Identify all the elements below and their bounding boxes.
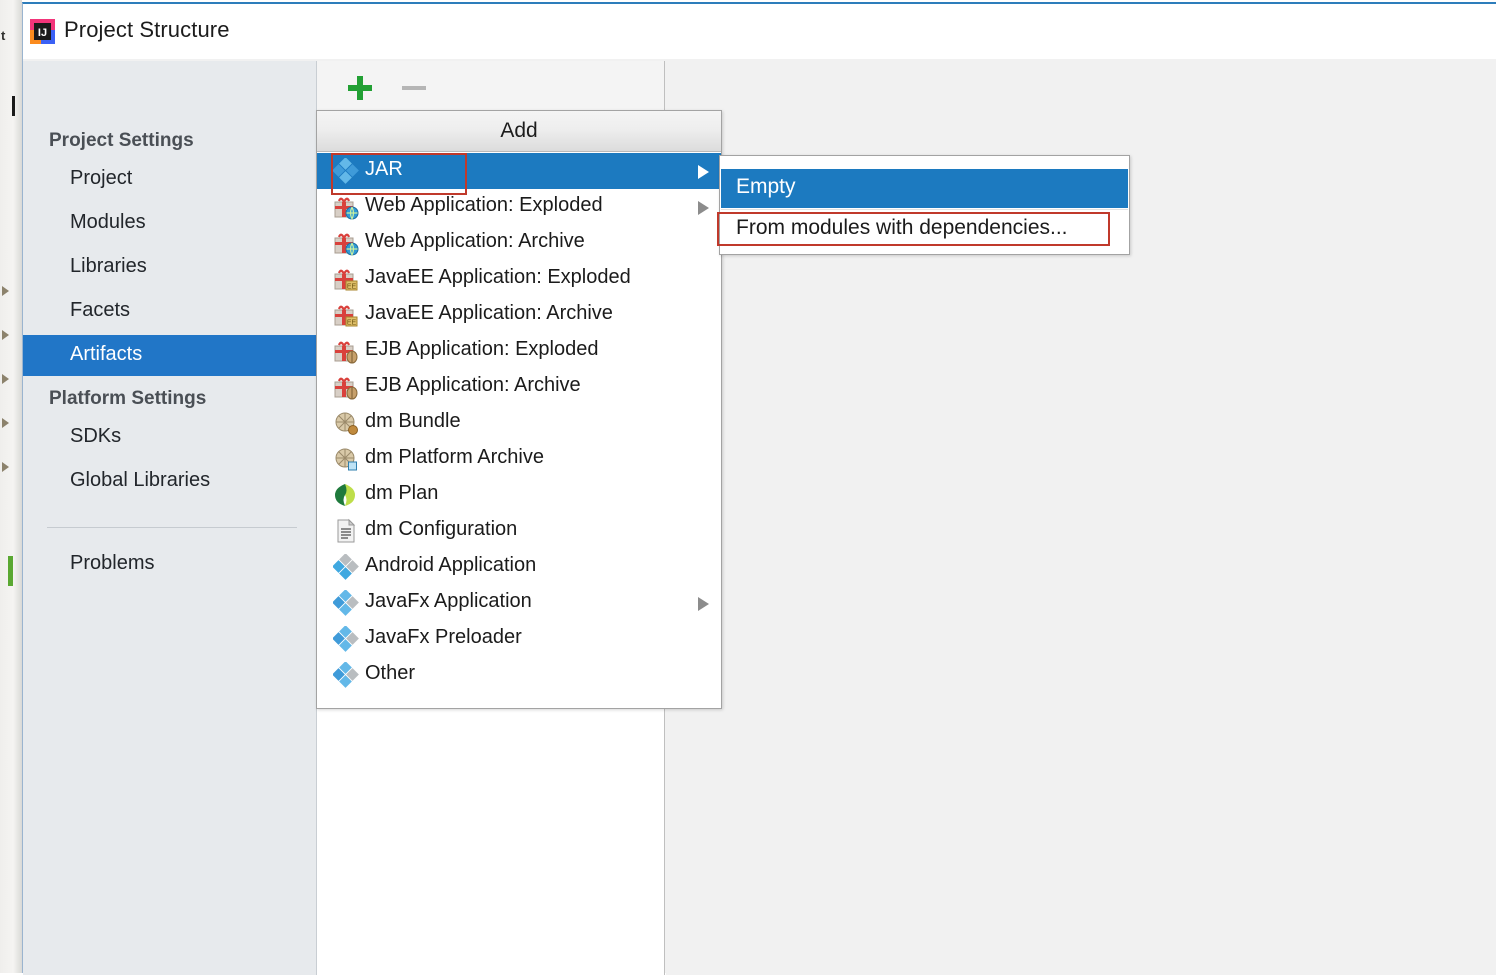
- sidebar-item-label: Facets: [70, 299, 131, 321]
- jar-diamond-icon: [333, 626, 359, 652]
- menu-item-label: Android Application: [365, 554, 537, 576]
- sidebar-item-project[interactable]: Project: [23, 159, 316, 200]
- menu-item-dm-bundle[interactable]: dm Bundle: [317, 405, 721, 441]
- menu-item-web-application-archive[interactable]: Web Application: Archive: [317, 225, 721, 261]
- background-text-fragment: t: [1, 28, 6, 43]
- background-tree-arrow: [2, 374, 9, 384]
- background-tree-arrow: [2, 330, 9, 340]
- sidebar-item-label: Artifacts: [70, 343, 143, 365]
- dialog-titlebar: IJ Project Structure: [23, 4, 1496, 59]
- menu-item-web-application-exploded[interactable]: Web Application: Exploded: [317, 189, 721, 225]
- sidebar-group-project-settings: Project Settings: [49, 130, 194, 151]
- menu-item-dm-configuration[interactable]: dm Configuration: [317, 513, 721, 549]
- menu-item-label: Web Application: Archive: [365, 230, 585, 252]
- screen: t IJ Project Structure Project Settings …: [0, 0, 1496, 975]
- dm-configuration-icon: [333, 518, 359, 544]
- menu-item-label: dm Configuration: [365, 518, 518, 540]
- menu-item-label: JAR: [365, 158, 403, 180]
- sidebar-item-sdks[interactable]: SDKs: [23, 417, 316, 458]
- settings-sidebar: Project Settings Project Modules Librari…: [23, 61, 317, 975]
- menu-item-ejb-application-exploded[interactable]: EJB Application: Exploded: [317, 333, 721, 369]
- menu-item-label: JavaEE Application: Exploded: [365, 266, 631, 288]
- sidebar-item-label: Problems: [70, 552, 155, 574]
- submenu-arrow-icon: [698, 597, 709, 611]
- menu-item-jar[interactable]: JAR: [317, 153, 721, 189]
- submenu-item-from-modules-with-dependencies[interactable]: From modules with dependencies...: [721, 210, 1128, 249]
- menu-item-android-application[interactable]: Android Application: [317, 549, 721, 585]
- gift-ee-icon: EE: [333, 266, 359, 292]
- sidebar-item-facets[interactable]: Facets: [23, 291, 316, 332]
- sidebar-item-global-libraries[interactable]: Global Libraries: [23, 461, 316, 502]
- sidebar-item-label: Libraries: [70, 255, 147, 277]
- sidebar-item-label: Modules: [70, 211, 146, 233]
- artifacts-toolbar: [317, 61, 665, 114]
- add-menu-header: Add: [317, 111, 721, 152]
- sidebar-divider: [47, 527, 297, 528]
- menu-item-dm-plan[interactable]: dm Plan: [317, 477, 721, 513]
- sidebar-item-modules[interactable]: Modules: [23, 203, 316, 244]
- gray-diamond-icon: [333, 554, 359, 580]
- sidebar-item-artifacts[interactable]: Artifacts: [23, 335, 316, 376]
- minus-icon: [402, 86, 426, 90]
- menu-item-label: dm Plan: [365, 482, 439, 504]
- menu-item-label: JavaEE Application: Archive: [365, 302, 613, 324]
- sidebar-item-label: Project: [70, 167, 133, 189]
- menu-item-label: JavaFx Preloader: [365, 626, 522, 648]
- menu-item-label: EJB Application: Exploded: [365, 338, 599, 360]
- submenu-item-label: Empty: [736, 175, 796, 198]
- menu-item-label: Other: [365, 662, 416, 684]
- dm-platform-icon: [333, 446, 359, 472]
- dm-bundle-icon: [333, 410, 359, 436]
- menu-item-dm-platform-archive[interactable]: dm Platform Archive: [317, 441, 721, 477]
- gift-globe-icon: [333, 194, 359, 220]
- jar-diamond-icon: [333, 590, 359, 616]
- background-tree-arrow: [2, 418, 9, 428]
- menu-item-javafx-preloader[interactable]: JavaFx Preloader: [317, 621, 721, 657]
- menu-item-javafx-application[interactable]: JavaFx Application: [317, 585, 721, 621]
- background-caret: [12, 96, 15, 116]
- sidebar-item-label: SDKs: [70, 425, 122, 447]
- gift-bean-icon: [333, 374, 359, 400]
- add-menu-title: Add: [500, 119, 538, 142]
- sidebar-group-platform-settings: Platform Settings: [49, 388, 207, 409]
- menu-item-ejb-application-archive[interactable]: EJB Application: Archive: [317, 369, 721, 405]
- jar-diamond-icon: [333, 158, 359, 184]
- menu-item-javaee-application-exploded[interactable]: EE JavaEE Application: Exploded: [317, 261, 721, 297]
- menu-item-label: EJB Application: Archive: [365, 374, 581, 396]
- intellij-idea-icon: IJ: [29, 18, 56, 45]
- add-artifact-button[interactable]: [343, 71, 377, 105]
- background-editor-strip: [0, 0, 22, 973]
- submenu-item-empty[interactable]: Empty: [721, 169, 1128, 208]
- svg-text:EE: EE: [347, 283, 357, 290]
- menu-item-label: dm Platform Archive: [365, 446, 544, 468]
- project-structure-dialog: IJ Project Structure Project Settings Pr…: [22, 2, 1496, 975]
- background-marker: [8, 556, 13, 586]
- sidebar-item-label: Global Libraries: [70, 469, 211, 491]
- submenu-arrow-icon: [698, 165, 709, 179]
- menu-item-label: JavaFx Application: [365, 590, 532, 612]
- sidebar-item-problems[interactable]: Problems: [23, 544, 316, 585]
- dm-plan-icon: [333, 482, 359, 508]
- page-title: Project Structure: [64, 17, 230, 42]
- gift-globe-icon: [333, 230, 359, 256]
- svg-text:EE: EE: [347, 319, 357, 326]
- sidebar-item-libraries[interactable]: Libraries: [23, 247, 316, 288]
- submenu-arrow-icon: [698, 201, 709, 215]
- jar-diamond-icon: [333, 662, 359, 688]
- plus-icon: [348, 76, 372, 100]
- jar-submenu: Empty From modules with dependencies...: [719, 155, 1130, 255]
- menu-item-other[interactable]: Other: [317, 657, 721, 693]
- gift-ee-icon: EE: [333, 302, 359, 328]
- background-tree-arrow: [2, 286, 9, 296]
- background-tree-arrow: [2, 462, 9, 472]
- menu-item-label: dm Bundle: [365, 410, 461, 432]
- submenu-item-label: From modules with dependencies...: [736, 216, 1068, 239]
- add-artifact-menu: Add JAR Web Application: Exploded Web Ap…: [316, 110, 722, 709]
- svg-text:IJ: IJ: [38, 27, 47, 39]
- menu-item-javaee-application-archive[interactable]: EE JavaEE Application: Archive: [317, 297, 721, 333]
- menu-item-label: Web Application: Exploded: [365, 194, 603, 216]
- gift-bean-icon: [333, 338, 359, 364]
- background-ide-window: t: [0, 0, 22, 973]
- remove-artifact-button[interactable]: [397, 71, 431, 105]
